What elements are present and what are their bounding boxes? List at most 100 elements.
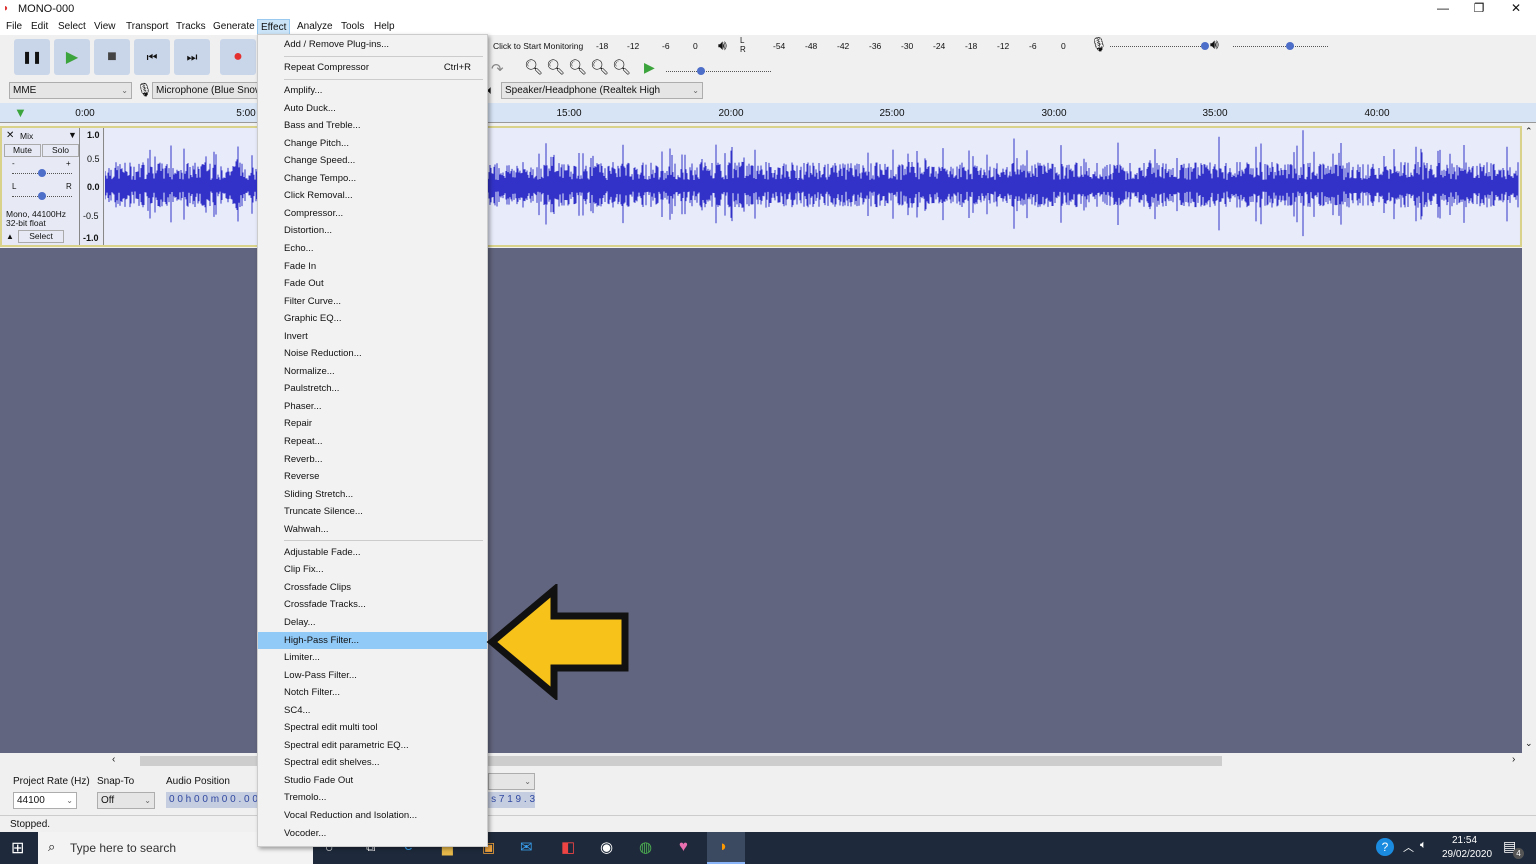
- pause-button[interactable]: ❚❚: [14, 39, 50, 75]
- stop-button[interactable]: ■: [94, 39, 130, 75]
- audacity-taskbar-button[interactable]: ◗: [707, 832, 745, 864]
- menu-item-high-pass-filter[interactable]: High-Pass Filter...: [258, 631, 487, 650]
- menu-tracks[interactable]: Tracks: [173, 19, 209, 35]
- app-icon[interactable]: ◉: [600, 838, 613, 856]
- menu-item-click-removal[interactable]: Click Removal...: [258, 187, 487, 205]
- office-icon[interactable]: ◧: [561, 838, 575, 856]
- playback-volume-slider[interactable]: [1233, 46, 1328, 47]
- menu-item-crossfade-tracks[interactable]: Crossfade Tracks...: [258, 596, 487, 614]
- menu-item-reverb[interactable]: Reverb...: [258, 451, 487, 469]
- menu-item-sliding-stretch[interactable]: Sliding Stretch...: [258, 486, 487, 504]
- track-menu-icon[interactable]: ▼: [68, 130, 77, 140]
- menu-item-vocal-reduction-and-isolation[interactable]: Vocal Reduction and Isolation...: [258, 807, 487, 825]
- menu-item-repeat[interactable]: Repeat...: [258, 433, 487, 451]
- solo-button[interactable]: Solo: [42, 144, 79, 157]
- menu-file[interactable]: File: [3, 19, 25, 35]
- record-meter-hint[interactable]: Click to Start Monitoring: [493, 41, 583, 51]
- play-at-speed-icon[interactable]: ▶: [644, 59, 655, 76]
- menu-analyze[interactable]: Analyze: [294, 19, 336, 35]
- menu-item-fade-in[interactable]: Fade In: [258, 258, 487, 276]
- redo-icon[interactable]: ↷: [491, 60, 504, 78]
- selection-end-field[interactable]: 3 . 9 1 7 s: [488, 792, 535, 808]
- menu-item-normalize[interactable]: Normalize...: [258, 363, 487, 381]
- menu-item-auto-duck[interactable]: Auto Duck...: [258, 100, 487, 118]
- mute-button[interactable]: Mute: [4, 144, 41, 157]
- menu-item-fade-out[interactable]: Fade Out: [258, 275, 487, 293]
- scroll-down-icon[interactable]: ⌄: [1525, 738, 1533, 749]
- menu-item-bass-and-treble[interactable]: Bass and Treble...: [258, 117, 487, 135]
- menu-generate[interactable]: Generate: [210, 19, 258, 35]
- menu-item-graphic-eq[interactable]: Graphic EQ...: [258, 310, 487, 328]
- slider-thumb[interactable]: [1201, 42, 1209, 50]
- mail-icon[interactable]: ✉: [520, 838, 533, 856]
- menu-effect[interactable]: Effect: [257, 19, 291, 35]
- fit-selection-icon[interactable]: 🔍︎: [568, 58, 587, 76]
- audio-host-select[interactable]: MME ⌄: [9, 82, 132, 99]
- menu-item-noise-reduction[interactable]: Noise Reduction...: [258, 345, 487, 363]
- menu-item-spectral-edit-shelves[interactable]: Spectral edit shelves...: [258, 754, 487, 772]
- slider-thumb[interactable]: [38, 169, 46, 177]
- play-speed-slider[interactable]: [666, 71, 771, 72]
- recording-device-select[interactable]: Microphone (Blue Snow: [152, 82, 262, 99]
- menu-tools[interactable]: Tools: [338, 19, 367, 35]
- menu-edit[interactable]: Edit: [28, 19, 51, 35]
- menu-item-limiter[interactable]: Limiter...: [258, 649, 487, 667]
- menu-item-repair[interactable]: Repair: [258, 415, 487, 433]
- menu-item-truncate-silence[interactable]: Truncate Silence...: [258, 503, 487, 521]
- skip-to-end-button[interactable]: ⏭: [174, 39, 210, 75]
- menu-item-invert[interactable]: Invert: [258, 328, 487, 346]
- select-track-button[interactable]: Select: [18, 230, 64, 243]
- project-rate-select[interactable]: 44100 ⌄: [13, 792, 77, 809]
- menu-item-paulstretch[interactable]: Paulstretch...: [258, 380, 487, 398]
- menu-select[interactable]: Select: [55, 19, 89, 35]
- close-track-icon[interactable]: ✕: [6, 130, 14, 141]
- menu-item-change-pitch[interactable]: Change Pitch...: [258, 135, 487, 153]
- fit-project-icon[interactable]: 🔍︎: [590, 58, 609, 76]
- minimize-button[interactable]: —: [1425, 0, 1461, 18]
- track-area-background[interactable]: [0, 248, 1522, 753]
- menu-item-distortion[interactable]: Distortion...: [258, 222, 487, 240]
- menu-item-repeat-compressor[interactable]: Repeat Compressor Ctrl+R: [258, 59, 487, 77]
- menu-help[interactable]: Help: [371, 19, 398, 35]
- menu-item-add-remove-plug-ins[interactable]: Add / Remove Plug-ins...: [258, 36, 487, 54]
- help-icon[interactable]: ?: [1376, 838, 1394, 856]
- horizontal-scrollbar[interactable]: ‹ ›: [0, 754, 1536, 768]
- menu-item-crossfade-clips[interactable]: Crossfade Clips: [258, 579, 487, 597]
- slider-thumb[interactable]: [38, 192, 46, 200]
- scroll-right-icon[interactable]: ›: [1512, 754, 1515, 765]
- chrome-icon[interactable]: ◍: [639, 838, 652, 856]
- record-button[interactable]: ●: [220, 39, 256, 75]
- playback-device-select[interactable]: Speaker/Headphone (Realtek High ⌄: [501, 82, 703, 99]
- maps-icon[interactable]: ♥: [679, 838, 688, 855]
- record-volume-slider[interactable]: [1110, 46, 1205, 47]
- zoom-toggle-icon[interactable]: 🔍︎: [612, 58, 631, 76]
- selection-mode-select[interactable]: ⌄: [488, 773, 535, 790]
- clock-time[interactable]: 21:54: [1452, 835, 1477, 846]
- menu-item-delay[interactable]: Delay...: [258, 614, 487, 632]
- menu-item-phaser[interactable]: Phaser...: [258, 398, 487, 416]
- menu-item-spectral-edit-multi-tool[interactable]: Spectral edit multi tool: [258, 719, 487, 737]
- vertical-scrollbar[interactable]: ⌃ ⌄: [1522, 126, 1536, 754]
- close-button[interactable]: ✕: [1498, 0, 1534, 18]
- play-head-icon[interactable]: ▼: [14, 105, 27, 120]
- slider-thumb[interactable]: [697, 67, 705, 75]
- menu-view[interactable]: View: [91, 19, 119, 35]
- scroll-up-icon[interactable]: ⌃: [1525, 126, 1533, 137]
- menu-item-compressor[interactable]: Compressor...: [258, 205, 487, 223]
- menu-item-adjustable-fade[interactable]: Adjustable Fade...: [258, 544, 487, 562]
- menu-item-wahwah[interactable]: Wahwah...: [258, 521, 487, 539]
- menu-item-change-tempo[interactable]: Change Tempo...: [258, 170, 487, 188]
- menu-item-echo[interactable]: Echo...: [258, 240, 487, 258]
- menu-item-notch-filter[interactable]: Notch Filter...: [258, 684, 487, 702]
- zoom-in-icon[interactable]: 🔍︎: [524, 58, 543, 76]
- scroll-left-icon[interactable]: ‹: [112, 754, 115, 765]
- volume-icon[interactable]: 🔈︎: [1420, 839, 1427, 852]
- menu-item-spectral-edit-parametric-eq[interactable]: Spectral edit parametric EQ...: [258, 737, 487, 755]
- menu-item-vocoder[interactable]: Vocoder...: [258, 825, 487, 843]
- snap-to-select[interactable]: Off ⌄: [97, 792, 155, 809]
- chevron-up-icon[interactable]: ︿: [1403, 839, 1414, 855]
- play-button[interactable]: ▶: [54, 39, 90, 75]
- menu-item-studio-fade-out[interactable]: Studio Fade Out: [258, 772, 487, 790]
- menu-item-amplify[interactable]: Amplify...: [258, 82, 487, 100]
- menu-item-clip-fix[interactable]: Clip Fix...: [258, 561, 487, 579]
